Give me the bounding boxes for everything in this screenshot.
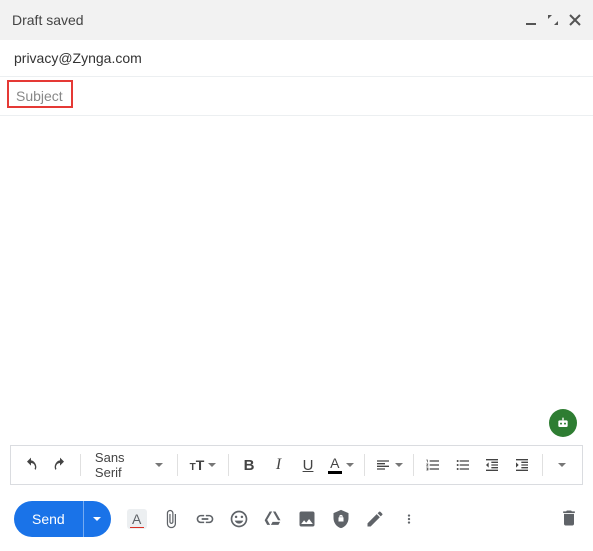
redo-button[interactable] (47, 450, 75, 480)
insert-photo-icon[interactable] (297, 509, 317, 529)
align-button[interactable] (371, 450, 407, 480)
chevron-down-icon (155, 463, 163, 467)
minimize-icon[interactable] (525, 14, 537, 26)
confidential-mode-icon[interactable] (331, 509, 351, 529)
insert-drive-icon[interactable] (263, 509, 283, 529)
attach-file-icon[interactable] (161, 509, 181, 529)
window-title: Draft saved (12, 12, 525, 28)
fullscreen-icon[interactable] (547, 14, 559, 26)
font-family-select[interactable]: Sans Serif (87, 450, 171, 480)
align-left-icon (375, 457, 391, 473)
bottom-bar: Send A (0, 493, 593, 551)
compose-icons: A (127, 509, 419, 529)
separator (177, 454, 178, 476)
insert-signature-icon[interactable] (365, 509, 385, 529)
chevron-down-icon (208, 463, 216, 467)
bulleted-list-button[interactable] (449, 450, 477, 480)
more-options-icon[interactable] (399, 509, 419, 529)
send-group: Send (14, 501, 111, 537)
indent-more-button[interactable] (508, 450, 536, 480)
undo-button[interactable] (17, 450, 45, 480)
chevron-down-icon (558, 463, 566, 467)
send-options-button[interactable] (83, 501, 111, 537)
message-body[interactable] (0, 116, 593, 416)
format-toolbar: Sans Serif TT B I U A (10, 445, 583, 485)
bold-button[interactable]: B (235, 450, 263, 480)
separator (542, 454, 543, 476)
chevron-down-icon (346, 463, 354, 467)
numbered-list-button[interactable] (420, 450, 448, 480)
more-formatting-button[interactable] (549, 450, 577, 480)
close-icon[interactable] (569, 14, 581, 26)
insert-link-icon[interactable] (195, 509, 215, 529)
toggle-format-toolbar-button[interactable]: A (127, 509, 147, 529)
separator (413, 454, 414, 476)
subject-input[interactable] (14, 87, 579, 105)
indent-less-button[interactable] (479, 450, 507, 480)
color-bar (130, 527, 144, 528)
subject-row (0, 77, 593, 116)
send-button[interactable]: Send (14, 501, 83, 537)
separator (364, 454, 365, 476)
assistant-badge-icon[interactable] (549, 409, 577, 437)
font-size-select[interactable]: TT (184, 450, 223, 480)
chevron-down-icon (395, 463, 403, 467)
discard-draft-icon[interactable] (559, 508, 579, 531)
font-family-label: Sans Serif (95, 450, 149, 480)
separator (228, 454, 229, 476)
separator (80, 454, 81, 476)
recipients-field[interactable]: privacy@Zynga.com (0, 40, 593, 77)
insert-emoji-icon[interactable] (229, 509, 249, 529)
italic-button[interactable]: I (265, 450, 293, 480)
color-bar (328, 471, 342, 474)
window-controls (525, 14, 581, 26)
chevron-down-icon (93, 517, 101, 521)
recipient-to: privacy@Zynga.com (14, 50, 142, 66)
window-header: Draft saved (0, 0, 593, 40)
underline-button[interactable]: U (294, 450, 322, 480)
text-color-button[interactable]: A (324, 450, 358, 480)
